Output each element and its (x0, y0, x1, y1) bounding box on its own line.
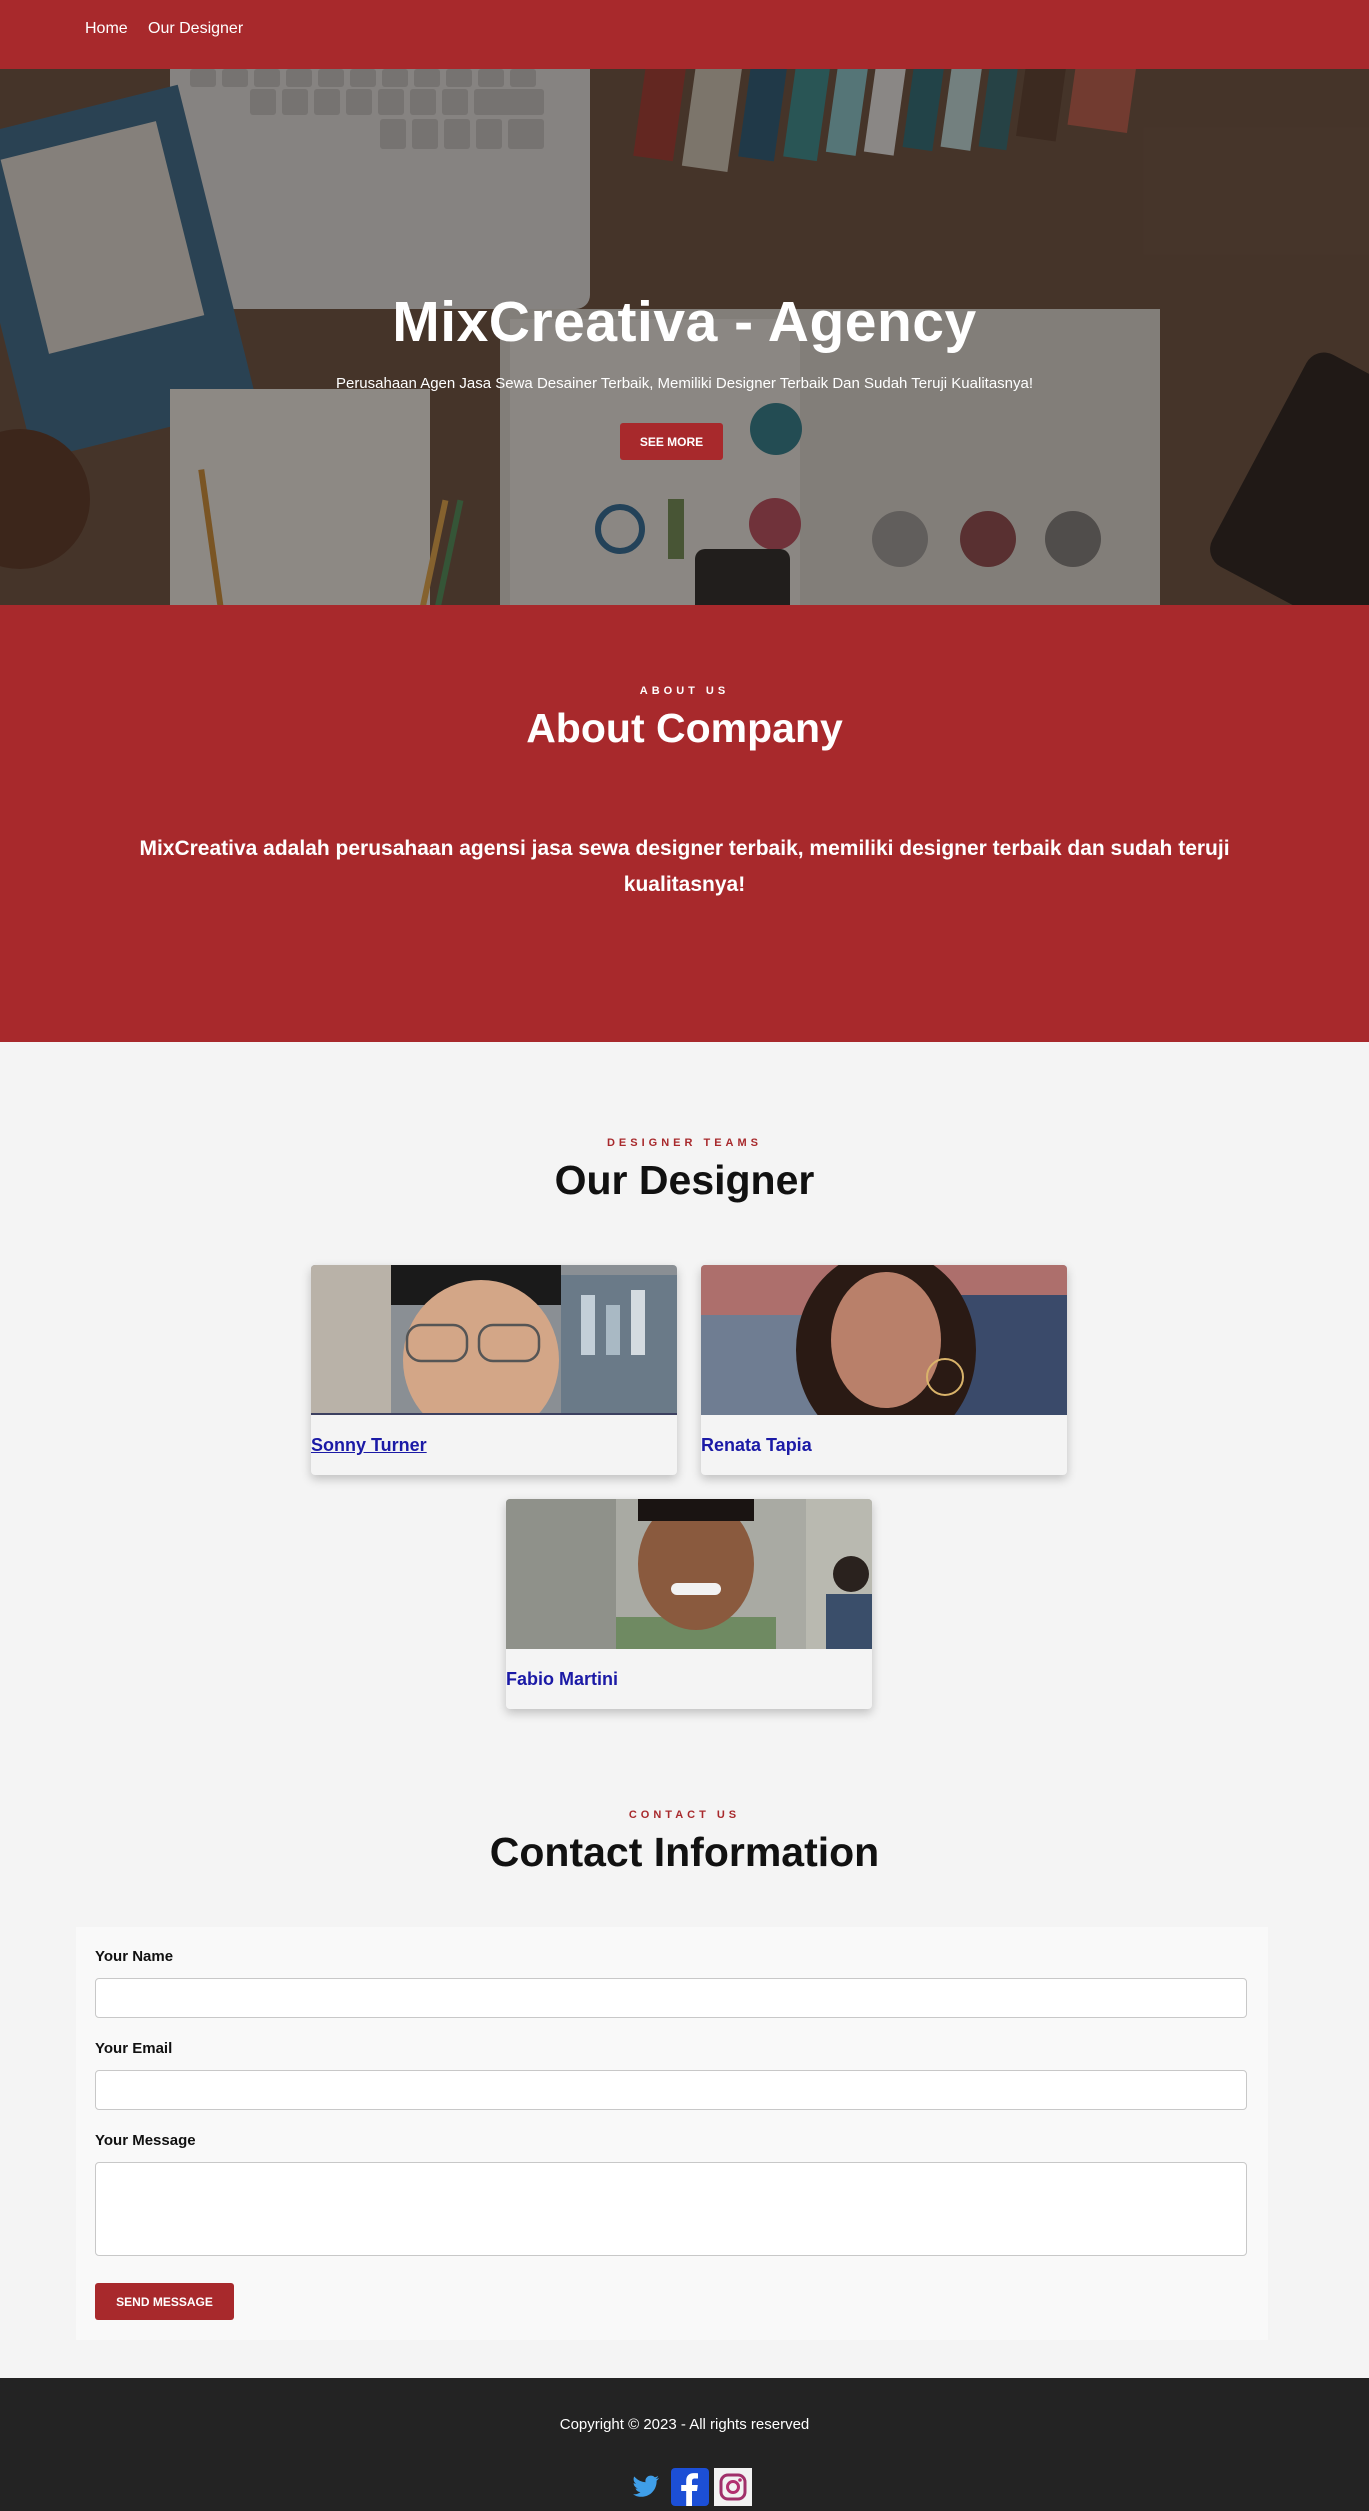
designer-name[interactable]: Renata Tapia (701, 1435, 812, 1456)
hero-subtitle: Perusahaan Agen Jasa Sewa Desainer Terba… (335, 375, 1034, 392)
footer: Copyright © 2023 - All rights reserved (0, 2378, 1369, 2511)
email-input[interactable] (95, 2070, 1247, 2110)
instagram-icon[interactable] (714, 2468, 752, 2506)
twitter-icon[interactable] (626, 2468, 664, 2506)
email-label: Your Email (95, 2040, 173, 2057)
designers-title: Our Designer (554, 1157, 815, 1203)
about-section: ABOUT US About Company MixCreativa adala… (0, 605, 1369, 1042)
designer-name[interactable]: Sonny Turner (311, 1435, 427, 1456)
about-text: MixCreativa adalah perusahaan agensi jas… (139, 837, 1230, 896)
nav-our-designer-link[interactable]: Our Designer (148, 20, 243, 38)
designer-card[interactable]: Sonny Turner (311, 1265, 677, 1475)
designer-name[interactable]: Fabio Martini (506, 1669, 618, 1690)
message-textarea[interactable] (95, 2162, 1247, 2256)
copyright-text: Copyright © 2023 - All rights reserved (559, 2416, 810, 2433)
hero-section: MixCreativa - Agency Perusahaan Agen Jas… (0, 69, 1369, 605)
name-input[interactable] (95, 1978, 1247, 2018)
send-message-button[interactable]: SEND MESSAGE (95, 2283, 234, 2320)
top-navbar: Home Our Designer (0, 0, 1369, 69)
designer-card[interactable]: Renata Tapia (701, 1265, 1067, 1475)
designer-photo (506, 1499, 872, 1649)
designer-card[interactable]: Fabio Martini (506, 1499, 872, 1709)
contact-eyebrow: CONTACT US (628, 1809, 741, 1821)
name-label: Your Name (95, 1948, 174, 1965)
hero-title: MixCreativa - Agency (392, 290, 977, 354)
see-more-button[interactable]: SEE MORE (620, 423, 723, 460)
contact-title: Contact Information (489, 1829, 880, 1875)
nav-home-link[interactable]: Home (85, 20, 128, 38)
facebook-icon[interactable] (671, 2468, 709, 2506)
designer-photo (311, 1265, 677, 1415)
contact-form: Your Name Your Email Your Message SEND M… (76, 1927, 1268, 2340)
designer-photo (701, 1265, 1067, 1415)
designers-eyebrow: DESIGNER TEAMS (606, 1137, 762, 1149)
about-title: About Company (526, 705, 843, 751)
about-eyebrow: ABOUT US (639, 685, 730, 697)
message-label: Your Message (95, 2132, 196, 2149)
